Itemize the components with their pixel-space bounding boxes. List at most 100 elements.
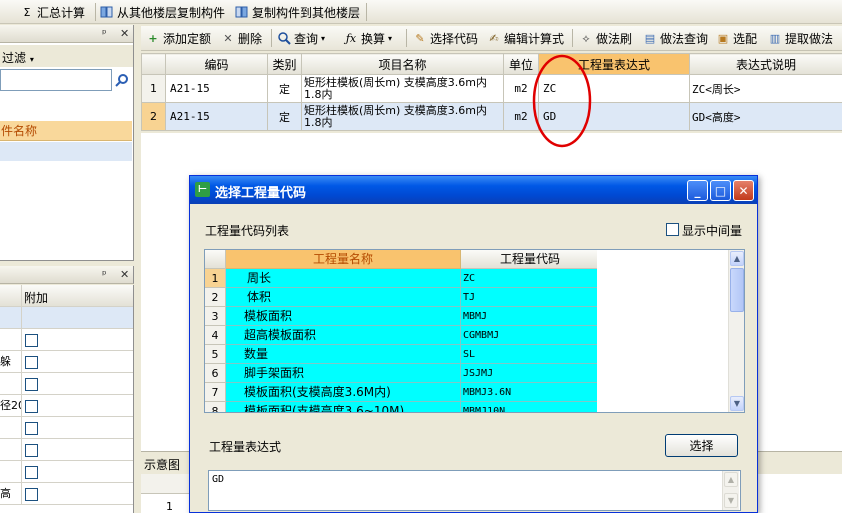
type-cell[interactable]: 定 (267, 74, 302, 103)
quantity-code[interactable]: SL (461, 345, 597, 364)
filter-bar: 过滤 ▾ (0, 45, 133, 67)
table-row[interactable] (0, 307, 133, 329)
extra-checkbox[interactable] (25, 444, 38, 457)
table-row[interactable]: 7 模板面积(支模高度3.6M内) MBMJ3.6N (205, 383, 597, 402)
table-row[interactable]: 径20 (0, 395, 133, 417)
quantity-code[interactable]: MBMJ (461, 307, 597, 326)
table-row[interactable]: 3 模板面积 MBMJ (205, 307, 597, 326)
type-cell[interactable]: 定 (267, 102, 302, 131)
code-table-scrollbar[interactable]: ▲ ▼ (728, 250, 744, 412)
search-input[interactable] (0, 69, 112, 91)
extra-checkbox[interactable] (25, 422, 38, 435)
item-name-header[interactable]: 项目名称 (301, 53, 504, 75)
code-header[interactable]: 编码 (165, 53, 268, 75)
quantity-name[interactable]: 脚手架面积 (226, 364, 461, 383)
scroll-down-icon[interactable]: ▼ (730, 396, 744, 411)
property-grid: 附加 躲 径20 高 (0, 285, 134, 513)
property-name: 径20 (0, 395, 22, 417)
convert-button[interactable]: ƒx 换算 ▾ (344, 29, 392, 48)
code-cell[interactable]: A21-15 (165, 102, 268, 131)
expression-scrollbar[interactable]: ▲ ▼ (722, 471, 739, 510)
extra-checkbox[interactable] (25, 400, 38, 413)
quantity-code[interactable]: MBMJ3.6N (461, 383, 597, 402)
select-button[interactable]: 选择 (665, 434, 738, 457)
diagram-tab[interactable]: 示意图 (144, 456, 180, 473)
quantity-name[interactable]: 周长 (226, 269, 461, 288)
extra-checkbox[interactable] (25, 488, 38, 501)
delete-icon: ✕ (223, 32, 233, 45)
edit-formula-button[interactable]: ✍ 编辑计算式 (487, 29, 564, 48)
quantity-code-header[interactable]: 工程量代码 (461, 250, 597, 269)
quantity-name[interactable]: 超高模板面积 (226, 326, 461, 345)
quantity-code[interactable]: MBMJ10N (461, 402, 597, 412)
add-quota-label: 添加定额 (163, 32, 212, 46)
table-row[interactable]: 2 体积 TJ (205, 288, 597, 307)
extract-method-button[interactable]: ▥ 提取做法 (768, 29, 833, 48)
quantity-code[interactable]: ZC (461, 269, 597, 288)
close-icon[interactable]: ✕ (120, 268, 129, 281)
minimize-icon[interactable]: _ (687, 180, 708, 201)
search-icon[interactable] (113, 71, 131, 89)
select-code-button[interactable]: ✎ 选择代码 (413, 29, 478, 48)
table-row[interactable] (0, 329, 133, 351)
copy-to-other-floor-button[interactable]: 复制构件到其他楼层 (235, 2, 360, 22)
extra-checkbox[interactable] (25, 334, 38, 347)
table-row[interactable] (0, 461, 133, 483)
property-name (0, 329, 22, 351)
table-row[interactable] (0, 439, 133, 461)
extra-checkbox[interactable] (25, 466, 38, 479)
extra-checkbox[interactable] (25, 356, 38, 369)
toolbar-separator (366, 3, 367, 21)
item-name-cell[interactable]: 矩形柱模板(周长m) 支模高度3.6m内 1.8内 (301, 102, 504, 131)
pin-icon[interactable]: ᵖ (102, 27, 107, 40)
quantity-name-header[interactable]: 工程量名称 (226, 250, 461, 269)
expression-textarea[interactable]: GD ▲ ▼ (208, 470, 741, 511)
close-icon[interactable]: ✕ (120, 27, 129, 40)
extract-method-label: 提取做法 (785, 32, 834, 46)
quantity-code[interactable]: CGMBMJ (461, 326, 597, 345)
close-icon[interactable]: ✕ (733, 180, 754, 201)
quantity-name[interactable]: 数量 (226, 345, 461, 364)
table-row[interactable] (0, 417, 133, 439)
table-row[interactable]: 1 A21-15 定 矩形柱模板(周长m) 支模高度3.6m内 1.8内 m2 … (141, 74, 842, 103)
table-row[interactable]: 躲 (0, 351, 133, 373)
scroll-down-icon[interactable]: ▼ (724, 493, 738, 508)
scroll-thumb[interactable] (730, 268, 744, 312)
delete-button[interactable]: ✕ 删除 (221, 29, 262, 48)
expression-desc-cell: GD<高度> (689, 102, 842, 131)
code-cell[interactable]: A21-15 (165, 74, 268, 103)
extra-checkbox[interactable] (25, 378, 38, 391)
quantity-name[interactable]: 模板面积(支模高度3.6M内) (226, 383, 461, 402)
method-query-button[interactable]: ▤ 做法查询 (643, 29, 708, 48)
select-match-button[interactable]: ▣ 选配 (716, 29, 757, 48)
expression-desc-header[interactable]: 表达式说明 (689, 53, 842, 75)
dialog-title-bar[interactable]: ⊢ 选择工程量代码 _ □ ✕ (190, 176, 757, 204)
table-row[interactable]: 8 模板面积(支模高度3.6~10M) MBMJ10N (205, 402, 597, 412)
table-row[interactable]: 4 超高模板面积 CGMBMJ (205, 326, 597, 345)
quantity-name[interactable]: 体积 (226, 288, 461, 307)
table-row[interactable]: 5 数量 SL (205, 345, 597, 364)
table-row[interactable] (0, 373, 133, 395)
table-row[interactable]: 高 (0, 483, 133, 505)
filter-dropdown[interactable]: 过滤 ▾ (2, 49, 34, 66)
method-brush-button[interactable]: ⟡ 做法刷 (579, 29, 632, 48)
scroll-up-icon[interactable]: ▲ (724, 472, 738, 487)
show-intermediate-checkbox[interactable] (666, 223, 679, 236)
quantity-code[interactable]: TJ (461, 288, 597, 307)
scroll-up-icon[interactable]: ▲ (730, 251, 744, 266)
table-row[interactable]: 2 A21-15 定 矩形柱模板(周长m) 支模高度3.6m内 1.8内 m2 … (141, 102, 842, 131)
query-button[interactable]: 查询 ▾ (277, 29, 325, 48)
maximize-icon[interactable]: □ (710, 180, 731, 201)
copy-from-other-floor-button[interactable]: 从其他楼层复制构件 (100, 2, 225, 22)
quantity-code[interactable]: JSJMJ (461, 364, 597, 383)
component-row[interactable] (0, 142, 132, 161)
table-row[interactable]: 1 周长 ZC (205, 269, 597, 288)
type-header[interactable]: 类别 (267, 53, 302, 75)
quantity-name[interactable]: 模板面积 (226, 307, 461, 326)
item-name-cell[interactable]: 矩形柱模板(周长m) 支模高度3.6m内 1.8内 (301, 74, 504, 103)
pin-icon[interactable]: ᵖ (102, 268, 107, 281)
sum-calc-button[interactable]: Σ 汇总计算 (20, 2, 86, 22)
table-row[interactable]: 6 脚手架面积 JSJMJ (205, 364, 597, 383)
add-quota-button[interactable]: + 添加定额 (146, 29, 211, 48)
quantity-name[interactable]: 模板面积(支模高度3.6~10M) (226, 402, 461, 412)
